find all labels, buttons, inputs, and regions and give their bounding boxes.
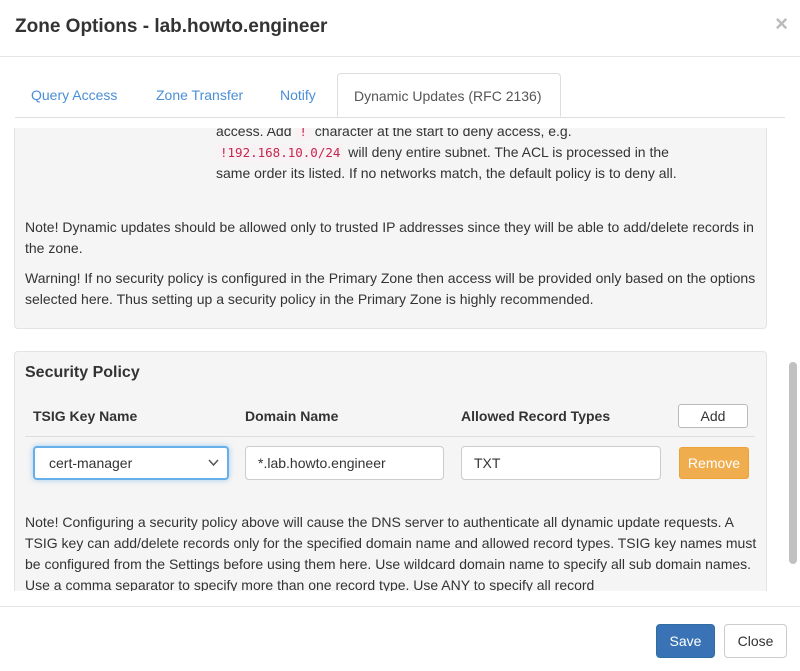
dynamic-updates-panel: access. Add ! character at the start to … [14, 128, 767, 329]
security-policy-warning: Warning! If no security policy is config… [25, 270, 756, 307]
column-allowed-record-types: Allowed Record Types [461, 408, 611, 424]
add-policy-button[interactable]: Add [678, 404, 748, 428]
column-domain-name: Domain Name [245, 408, 339, 424]
chevron-down-icon [208, 448, 219, 490]
acl-help-text: access. Add ! character at the start to … [216, 128, 696, 184]
domain-name-input[interactable]: *.lab.howto.engineer [245, 446, 444, 480]
allowed-record-types-input[interactable]: TXT [461, 446, 661, 480]
table-divider [25, 436, 755, 437]
remove-policy-button[interactable]: Remove [679, 447, 749, 479]
tab-content-scroll[interactable]: access. Add ! character at the start to … [0, 128, 800, 591]
modal-footer: Save Close [0, 606, 800, 671]
dynamic-updates-note: Note! Dynamic updates should be allowed … [25, 219, 754, 256]
close-icon[interactable]: × [775, 12, 788, 36]
deny-char: ! [295, 128, 311, 140]
tab-bar: Query Access Zone Transfer Notify Dynami… [15, 73, 785, 117]
scrollbar-thumb[interactable] [789, 362, 797, 564]
security-policy-panel: Security Policy TSIG Key Name Domain Nam… [14, 351, 767, 591]
deny-subnet-example: !192.168.10.0/24 [216, 144, 345, 161]
tab-query-access[interactable]: Query Access [15, 73, 133, 117]
tab-zone-transfer[interactable]: Zone Transfer [140, 73, 259, 117]
modal-header: Zone Options - lab.howto.engineer × [0, 0, 800, 57]
tsig-key-select[interactable]: cert-manager [33, 446, 229, 480]
tab-notify[interactable]: Notify [264, 73, 332, 117]
modal-title: Zone Options - lab.howto.engineer [15, 16, 328, 37]
security-policy-note: Note! Configuring a security policy abov… [25, 514, 757, 591]
tab-dynamic-updates[interactable]: Dynamic Updates (RFC 2136) [337, 73, 561, 117]
column-tsig-key-name: TSIG Key Name [33, 408, 138, 424]
close-button[interactable]: Close [724, 624, 787, 658]
acl-help-line1b: character at the start to deny access, e… [310, 128, 572, 139]
tab-divider [15, 117, 785, 118]
acl-help-line1a: access. Add [216, 128, 296, 139]
security-policy-title: Security Policy [25, 364, 140, 381]
save-button[interactable]: Save [656, 624, 715, 658]
tsig-key-selected-value: cert-manager [49, 455, 133, 471]
